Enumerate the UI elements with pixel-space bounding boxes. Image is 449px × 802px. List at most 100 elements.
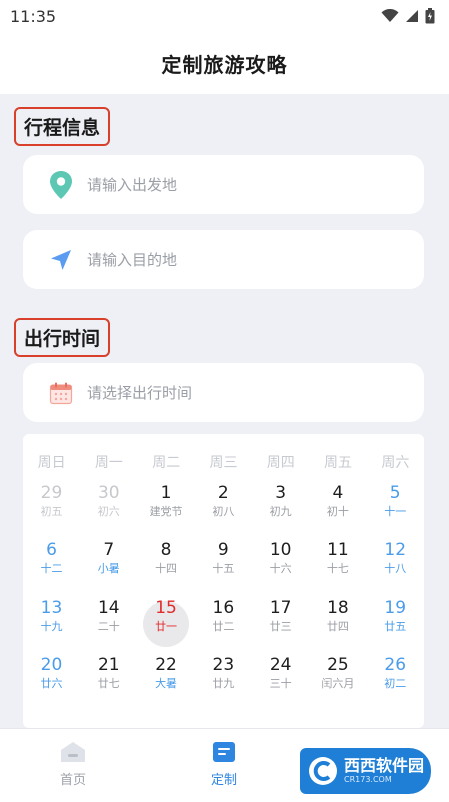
calendar-day[interactable]: 29 初五: [23, 482, 80, 520]
calendar-day[interactable]: 5 十一: [367, 482, 424, 520]
departure-placeholder: 请输入出发地: [87, 176, 178, 194]
calendar-day[interactable]: 30 初六: [80, 482, 137, 520]
weekday-label: 周日: [37, 455, 66, 471]
day-number: 9: [217, 540, 229, 560]
watermark-text: 西西软件园: [344, 756, 425, 775]
day-number: 24: [269, 655, 292, 675]
calendar-day[interactable]: 23 廿九: [195, 654, 252, 692]
calendar-day[interactable]: 7 小暑: [80, 539, 137, 577]
day-subtitle: 十八: [384, 562, 407, 575]
day-subtitle: 十二: [40, 562, 63, 575]
day-subtitle: 廿七: [97, 677, 120, 690]
day-subtitle: 十六: [269, 562, 292, 575]
calendar-day[interactable]: 13 十九: [23, 597, 80, 635]
day-number: 6: [46, 540, 57, 560]
calendar-day[interactable]: 17 廿三: [252, 597, 309, 635]
calendar-day[interactable]: 6 十二: [23, 539, 80, 577]
weekday-header: 周日 周一 周二 周三 周四 周五 周六: [23, 452, 424, 472]
watermark-c-icon: [309, 757, 337, 785]
day-number: 13: [40, 598, 63, 618]
day-number: 12: [384, 540, 407, 560]
tab-custom-label: 定制: [210, 773, 237, 788]
calendar-day[interactable]: 14 二十: [80, 597, 137, 635]
calendar-day[interactable]: 21 廿七: [80, 654, 137, 692]
calendar-day[interactable]: 20 廿六: [23, 654, 80, 692]
day-number: 26: [384, 655, 407, 675]
day-number: 18: [327, 598, 349, 618]
battery-icon: [425, 8, 435, 24]
weekday-label: 周二: [152, 455, 181, 471]
list-icon: [213, 742, 235, 762]
page-title: 定制旅游攻略: [161, 52, 288, 77]
day-number: 14: [97, 598, 120, 618]
day-number: 22: [155, 655, 177, 675]
calendar-day[interactable]: 22 大暑: [138, 654, 195, 692]
day-subtitle: 初十: [326, 505, 349, 518]
day-number: 3: [275, 483, 287, 503]
departure-field[interactable]: 请输入出发地: [23, 155, 424, 214]
calendar-day[interactable]: 3 初九: [252, 482, 309, 520]
destination-field[interactable]: 请输入目的地: [23, 230, 424, 289]
weekday-label: 周一: [94, 455, 123, 471]
day-subtitle: 廿二: [212, 620, 235, 633]
day-number: 1: [160, 483, 172, 503]
calendar-day[interactable]: 12 十八: [367, 539, 424, 577]
app-header: 定制旅游攻略: [0, 32, 449, 94]
tab-home-label: 首页: [59, 773, 86, 788]
calendar-day[interactable]: 16 廿二: [195, 597, 252, 635]
day-subtitle: 十七: [326, 562, 349, 575]
day-subtitle: 廿五: [384, 620, 407, 633]
day-subtitle: 廿四: [326, 620, 349, 633]
tab-home[interactable]: 首页: [33, 741, 113, 788]
calendar-day[interactable]: 19 廿五: [367, 597, 424, 635]
watermark-subtext: CR173.COM: [344, 775, 392, 784]
calendar-day[interactable]: 1 建党节: [138, 482, 195, 520]
calendar-day[interactable]: 8 十四: [138, 539, 195, 577]
calendar-day[interactable]: 15 廿一: [138, 597, 195, 635]
signal-icon: [406, 10, 418, 22]
day-number: 5: [389, 483, 401, 503]
day-subtitle: 廿三: [269, 620, 292, 633]
calendar-day[interactable]: 11 十七: [309, 539, 366, 577]
day-subtitle: 建党节: [149, 505, 183, 518]
calendar-day[interactable]: 10 十六: [252, 539, 309, 577]
day-subtitle: 十四: [155, 562, 178, 575]
day-number: 21: [97, 655, 120, 675]
day-number: 30: [97, 483, 120, 503]
tab-custom[interactable]: 定制: [184, 741, 264, 788]
day-subtitle: 小暑: [97, 562, 120, 575]
day-subtitle: 十五: [212, 562, 235, 575]
day-subtitle: 初五: [40, 505, 63, 518]
calendar-day[interactable]: 4 初十: [309, 482, 366, 520]
day-number: 2: [217, 483, 229, 503]
calendar-grid: 周日 周一 周二 周三 周四 周五 周六 29 初五 30 初六 1 建党节 2 初八 3 初九 4…: [23, 434, 424, 728]
home-icon: [61, 742, 85, 762]
location-pin-icon: [50, 170, 72, 199]
weekday-label: 周五: [324, 455, 353, 471]
day-number: 23: [212, 655, 235, 675]
day-subtitle: 十九: [40, 620, 63, 633]
date-placeholder: 请选择出行时间: [87, 384, 193, 402]
day-subtitle: 初六: [97, 505, 120, 518]
day-number: 15: [155, 598, 177, 618]
day-subtitle: 廿六: [40, 677, 63, 690]
status-bar: 11:35: [0, 0, 449, 32]
status-icons: [381, 8, 435, 24]
calendar-day[interactable]: 2 初八: [195, 482, 252, 520]
calendar-day[interactable]: 24 三十: [252, 654, 309, 692]
calendar-day[interactable]: 9 十五: [195, 539, 252, 577]
day-number: 11: [327, 540, 349, 560]
watermark-logo: 西西软件园 CR173.COM: [300, 748, 431, 794]
calendar-day[interactable]: 18 廿四: [309, 597, 366, 635]
weekday-label: 周三: [209, 455, 238, 471]
day-number: 8: [160, 540, 172, 560]
day-number: 7: [103, 540, 115, 560]
day-number: 19: [384, 598, 407, 618]
navigation-arrow-icon: [51, 249, 71, 270]
day-subtitle: 初二: [384, 677, 407, 690]
status-time: 11:35: [10, 6, 57, 26]
calendar-day[interactable]: 25 闰六月: [309, 654, 366, 692]
section-title-itinerary: 行程信息: [14, 107, 111, 146]
calendar-day[interactable]: 26 初二: [367, 654, 424, 692]
date-field[interactable]: 请选择出行时间: [23, 363, 424, 422]
